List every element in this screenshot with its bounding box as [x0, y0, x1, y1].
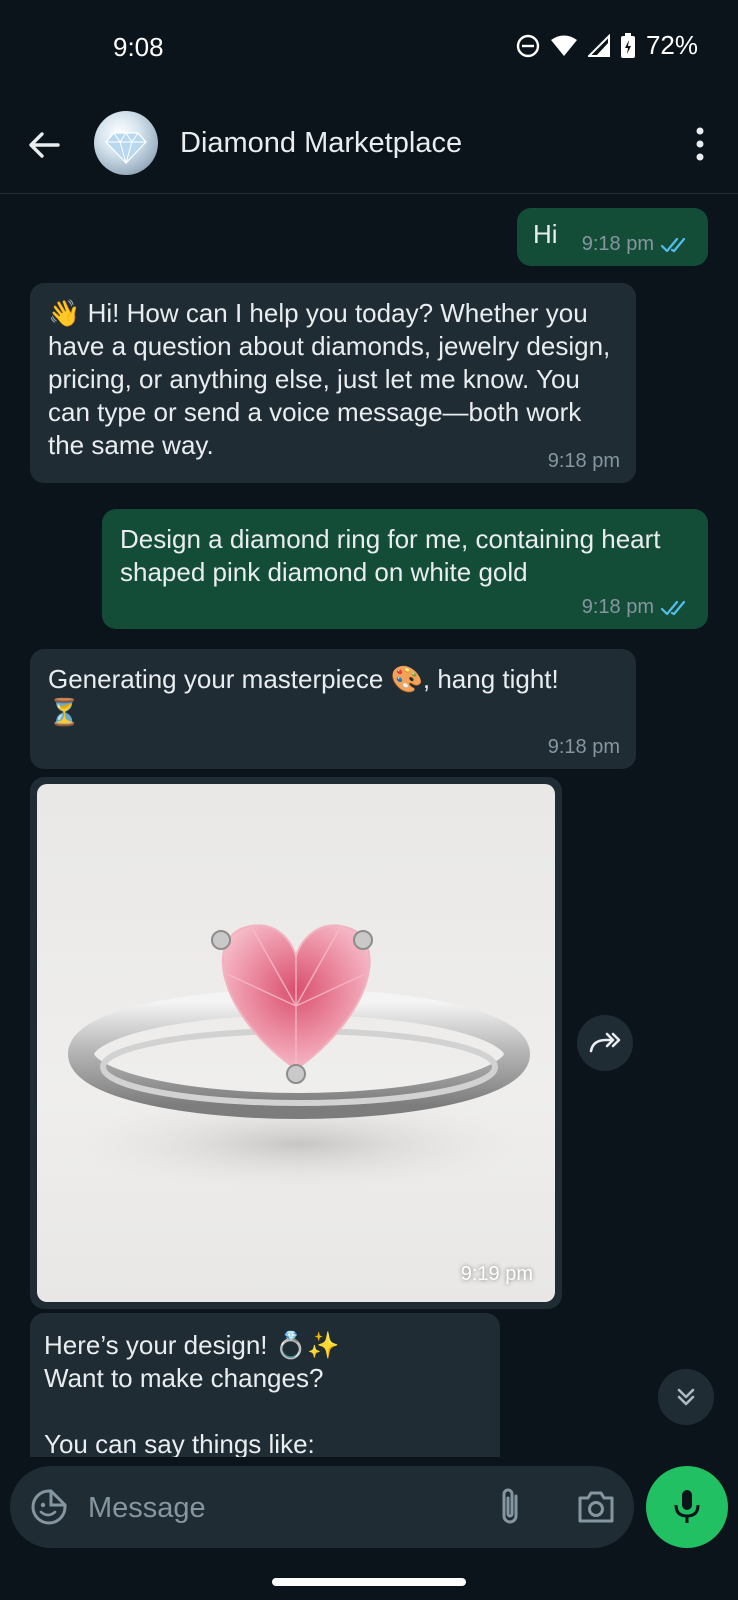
- message-time: 9:18 pm: [581, 233, 654, 255]
- chat-header: Diamond Marketplace: [0, 95, 738, 194]
- message-bubble-outgoing[interactable]: Hi 9:18 pm: [517, 208, 708, 266]
- message-meta: 9:18 pm: [548, 736, 620, 759]
- message-bubble-outgoing[interactable]: Design a diamond ring for me, containing…: [102, 509, 708, 629]
- message-list[interactable]: Hi 9:18 pm 👋 Hi! How can I help you toda…: [0, 193, 738, 1457]
- voice-message-button[interactable]: [646, 1466, 728, 1548]
- paperclip-icon[interactable]: [492, 1486, 528, 1528]
- double-chevron-down-icon: [677, 1388, 695, 1406]
- forward-button[interactable]: [577, 1015, 633, 1071]
- ring-image[interactable]: 9:19 pm: [37, 784, 555, 1302]
- cellular-signal-icon: [587, 33, 610, 57]
- message-body: Hi! How can I help you today? Whether yo…: [48, 298, 618, 460]
- more-options-icon[interactable]: [690, 125, 710, 163]
- scroll-to-bottom-button[interactable]: [658, 1369, 714, 1425]
- message-text: Hi: [533, 219, 558, 249]
- microphone-icon: [674, 1490, 700, 1523]
- heart-diamond-ring-illustration: [59, 924, 539, 1194]
- do-not-disturb-icon: [516, 34, 540, 57]
- message-time: 9:18 pm: [547, 736, 620, 758]
- status-icons: 72%: [516, 30, 698, 61]
- message-bubble-incoming[interactable]: Generating your masterpiece 🎨, hang tigh…: [30, 649, 636, 769]
- waving-hand-emoji: 👋: [48, 298, 81, 328]
- read-receipt-icon: [660, 237, 686, 252]
- message-text: Here’s your design! 💍✨ Want to make chan…: [44, 1330, 340, 1457]
- back-arrow-icon[interactable]: [22, 123, 66, 167]
- message-bubble-incoming[interactable]: Here’s your design! 💍✨ Want to make chan…: [30, 1313, 500, 1457]
- read-receipt-icon: [660, 600, 686, 615]
- diamond-icon: [105, 132, 147, 165]
- message-text: 👋 Hi! How can I help you today? Whether …: [48, 297, 620, 462]
- message-input[interactable]: [86, 1484, 470, 1532]
- message-meta: 9:18 pm: [548, 450, 620, 473]
- message-time: 9:19 pm: [460, 1263, 533, 1285]
- message-text: Generating your masterpiece 🎨, hang tigh…: [48, 664, 559, 727]
- message-composer: [10, 1466, 634, 1548]
- message-meta: 9:18 pm: [582, 233, 692, 256]
- message-bubble-incoming[interactable]: 👋 Hi! How can I help you today? Whether …: [30, 283, 636, 483]
- sticker-emoji-icon[interactable]: [30, 1488, 68, 1526]
- message-meta: 9:18 pm: [582, 596, 692, 619]
- chat-title[interactable]: Diamond Marketplace: [180, 127, 462, 160]
- camera-icon[interactable]: [576, 1488, 616, 1526]
- home-indicator[interactable]: [272, 1578, 466, 1586]
- contact-avatar[interactable]: [94, 111, 158, 175]
- wifi-icon: [550, 35, 577, 56]
- battery-icon: [620, 32, 635, 58]
- message-text: Design a diamond ring for me, containing…: [120, 524, 668, 587]
- forward-icon: [589, 1032, 621, 1053]
- message-time: 9:18 pm: [547, 450, 620, 472]
- battery-percent: 72%: [645, 30, 698, 60]
- status-bar: 9:08 72%: [0, 0, 738, 95]
- status-time: 9:08: [113, 32, 164, 62]
- image-message[interactable]: 9:19 pm: [30, 777, 562, 1309]
- message-time: 9:18 pm: [581, 596, 654, 618]
